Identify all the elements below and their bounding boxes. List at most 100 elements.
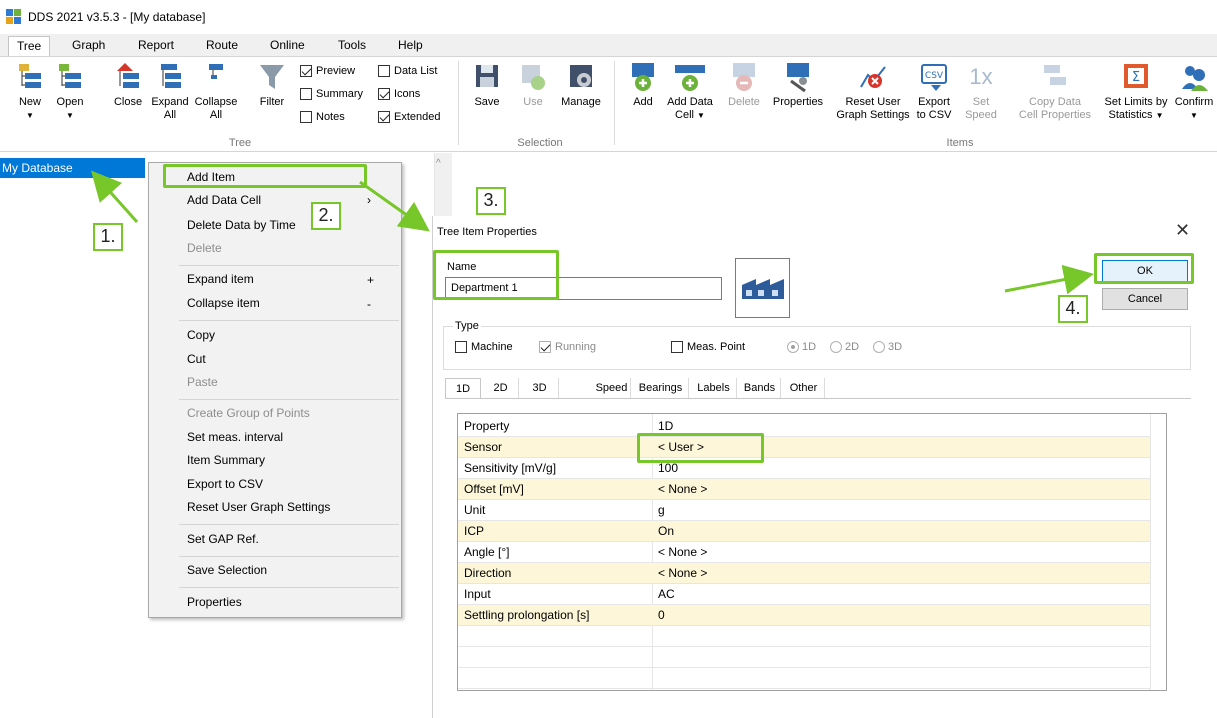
tab-online[interactable]: Online	[262, 36, 313, 56]
set-speed-button[interactable]: 1x Set Speed	[960, 61, 1002, 122]
menu-item-delete[interactable]: Delete	[187, 238, 222, 258]
item-image-picker[interactable]	[735, 258, 790, 318]
summary-checkbox[interactable]: Summary	[300, 88, 363, 100]
menu-item-cut[interactable]: Cut	[187, 349, 206, 369]
filter-button[interactable]: Filter	[254, 61, 290, 109]
window-title: DDS 2021 v3.5.3 - [My database]	[28, 10, 206, 24]
step-4-label: 4.	[1058, 295, 1088, 323]
export-to-csv-button[interactable]: CSV Export to CSV	[912, 61, 956, 122]
new-button[interactable]: New ▼	[10, 61, 50, 122]
submenu-arrow-icon: ›	[367, 193, 371, 207]
table-row[interactable]: Settling prolongation [s] 0	[458, 605, 1150, 626]
tab-speed[interactable]: Speed	[593, 378, 631, 398]
table-row[interactable]: Unit g	[458, 500, 1150, 521]
tab-graph[interactable]: Graph	[64, 36, 113, 56]
csv-file-icon: CSV	[919, 61, 949, 93]
tab-tools[interactable]: Tools	[330, 36, 374, 56]
table-row-empty	[458, 647, 1150, 668]
tab-route[interactable]: Route	[198, 36, 246, 56]
scroll-up-icon[interactable]: ^	[436, 158, 441, 169]
property-value[interactable]: g	[652, 500, 1150, 521]
menu-item-add-data-cell[interactable]: Add Data Cell	[187, 190, 261, 210]
confirm-button[interactable]: Confirm ▼	[1172, 61, 1216, 122]
property-value[interactable]: AC	[652, 584, 1150, 605]
radio-selected-icon	[787, 341, 799, 353]
expand-all-button[interactable]: Expand All	[148, 61, 192, 122]
table-row[interactable]: Sensitivity [mV/g] 100	[458, 458, 1150, 479]
menu-item-set-meas-interval[interactable]: Set meas. interval	[187, 427, 283, 447]
menu-item-export-to-csv[interactable]: Export to CSV	[187, 474, 263, 494]
property-value[interactable]: < None >	[652, 563, 1150, 584]
tab-tree[interactable]: Tree	[8, 36, 51, 57]
tab-help[interactable]: Help	[390, 36, 431, 56]
menu-item-delete-data-by-time[interactable]: Delete Data by Time	[187, 215, 296, 235]
radio-1d[interactable]: 1D	[787, 341, 816, 353]
copy-data-cell-properties-button[interactable]: Copy Data Cell Properties	[1018, 61, 1092, 122]
use-selection-button[interactable]: Use	[516, 61, 550, 109]
property-value[interactable]: < None >	[652, 542, 1150, 563]
tree-item-my-database[interactable]: My Database	[0, 158, 145, 178]
checkbox-empty-icon	[378, 65, 390, 77]
table-row-empty	[458, 668, 1150, 689]
menu-item-create-group[interactable]: Create Group of Points	[187, 403, 310, 423]
meas-point-checkbox[interactable]: Meas. Point	[671, 341, 745, 353]
menu-separator	[179, 524, 399, 525]
tab-bands[interactable]: Bands	[739, 378, 781, 398]
delete-minus-icon	[729, 61, 759, 93]
close-icon[interactable]: ✕	[1175, 220, 1190, 241]
items-group-label: Items	[946, 137, 974, 149]
table-row[interactable]: Direction < None >	[458, 563, 1150, 584]
property-value[interactable]: 0	[652, 605, 1150, 626]
use-check-icon	[518, 61, 548, 93]
properties-button[interactable]: Properties	[768, 61, 828, 109]
preview-checkbox[interactable]: Preview	[300, 65, 355, 77]
menu-item-item-summary[interactable]: Item Summary	[187, 450, 265, 470]
property-value[interactable]: On	[652, 521, 1150, 542]
add-item-button[interactable]: Add	[626, 61, 660, 109]
add-data-cell-button[interactable]: Add Data Cell ▼	[664, 61, 716, 122]
radio-2d[interactable]: 2D	[830, 341, 859, 353]
table-row[interactable]: Input AC	[458, 584, 1150, 605]
collapse-all-button[interactable]: Collapse All	[193, 61, 239, 122]
menu-item-properties[interactable]: Properties	[187, 592, 242, 612]
running-checkbox[interactable]: Running	[539, 341, 596, 353]
table-row[interactable]: Offset [mV] < None >	[458, 479, 1150, 500]
close-button[interactable]: Close	[108, 61, 148, 109]
extended-checkbox[interactable]: Extended	[378, 111, 440, 123]
save-selection-button[interactable]: Save	[470, 61, 504, 109]
menu-item-paste[interactable]: Paste	[187, 372, 218, 392]
speed-glyph-text: 1x	[969, 64, 993, 89]
set-limits-by-statistics-button[interactable]: Σ Set Limits by Statistics ▼	[1096, 61, 1176, 122]
tab-other[interactable]: Other	[783, 378, 825, 398]
table-row[interactable]: Sensor < User >	[458, 437, 1150, 458]
machine-checkbox[interactable]: Machine	[455, 341, 513, 353]
menu-item-reset-user-graph-settings[interactable]: Reset User Graph Settings	[187, 497, 330, 517]
table-row[interactable]: Angle [°] < None >	[458, 542, 1150, 563]
open-button[interactable]: Open ▼	[48, 61, 92, 122]
radio-3d[interactable]: 3D	[873, 341, 902, 353]
reset-user-graph-settings-button[interactable]: Reset User Graph Settings	[834, 61, 912, 122]
tab-3d[interactable]: 3D	[521, 378, 559, 398]
manage-selection-button[interactable]: Manage	[556, 61, 606, 109]
data-list-checkbox[interactable]: Data List	[378, 65, 437, 77]
menu-item-expand-item[interactable]: Expand item	[187, 269, 254, 289]
icons-checkbox[interactable]: Icons	[378, 88, 420, 100]
tab-report[interactable]: Report	[130, 36, 182, 56]
checkbox-checked-icon	[378, 111, 390, 123]
tab-2d[interactable]: 2D	[483, 378, 519, 398]
cancel-button[interactable]: Cancel	[1102, 288, 1188, 310]
table-row[interactable]: ICP On	[458, 521, 1150, 542]
menu-item-save-selection[interactable]: Save Selection	[187, 560, 267, 580]
menu-item-copy[interactable]: Copy	[187, 325, 215, 345]
notes-checkbox[interactable]: Notes	[300, 111, 345, 123]
tab-labels[interactable]: Labels	[691, 378, 737, 398]
speed-1x-icon: 1x	[966, 61, 996, 93]
property-value[interactable]: < None >	[652, 479, 1150, 500]
tab-1d[interactable]: 1D	[445, 378, 481, 398]
menu-item-collapse-item[interactable]: Collapse item	[187, 293, 260, 313]
delete-item-button[interactable]: Delete	[724, 61, 764, 109]
tab-bearings[interactable]: Bearings	[633, 378, 689, 398]
property-name: Direction	[464, 566, 512, 580]
menu-separator	[179, 320, 399, 321]
menu-item-set-gap-ref[interactable]: Set GAP Ref.	[187, 529, 259, 549]
